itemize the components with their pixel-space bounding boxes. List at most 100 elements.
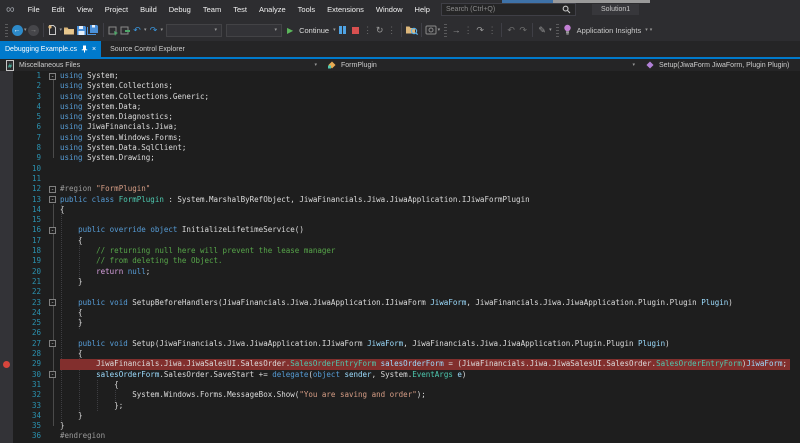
code-line-28[interactable]: 28 { <box>0 349 800 359</box>
toolbar-combobox-1[interactable]: ▾ <box>166 24 222 37</box>
navigate-backward-button[interactable]: ← <box>11 22 23 38</box>
menu-item-build[interactable]: Build <box>134 0 163 19</box>
menu-item-tools[interactable]: Tools <box>292 0 322 19</box>
editor-tool-icon-2[interactable] <box>119 22 131 38</box>
step-over-button[interactable]: → <box>450 22 462 38</box>
code-line-24[interactable]: 24 { <box>0 308 800 318</box>
application-insights-dropdown-icon[interactable]: ▾ <box>645 27 648 33</box>
code-line-5[interactable]: 5using System.Diagnostics; <box>0 112 800 122</box>
menu-item-debug[interactable]: Debug <box>163 0 197 19</box>
fold-toggle-icon[interactable]: - <box>49 196 56 203</box>
code-line-16[interactable]: 16- public override object InitializeLif… <box>0 225 800 235</box>
breakpoint-margin[interactable] <box>0 298 13 308</box>
toolbar-grip[interactable] <box>5 24 8 37</box>
breakpoint-margin[interactable] <box>0 153 13 163</box>
breakpoint-margin[interactable] <box>0 174 13 184</box>
menu-item-project[interactable]: Project <box>99 0 134 19</box>
breakpoint-margin[interactable] <box>0 133 13 143</box>
undo-dropdown-icon[interactable]: ▾ <box>144 27 147 33</box>
step-commands-icon[interactable]: ⋮ <box>386 22 398 38</box>
menu-item-help[interactable]: Help <box>409 0 436 19</box>
breakpoint-margin[interactable] <box>0 370 13 380</box>
code-line-35[interactable]: 35} <box>0 421 800 431</box>
fold-toggle-icon[interactable]: - <box>49 227 56 234</box>
fold-toggle-icon[interactable]: - <box>49 299 56 306</box>
breakpoint-dot[interactable] <box>3 361 10 368</box>
menu-item-extensions[interactable]: Extensions <box>321 0 370 19</box>
code-line-13[interactable]: 13-public class FormPlugin : System.Mars… <box>0 195 800 205</box>
save-button[interactable] <box>75 22 87 38</box>
show-next-statement-icon[interactable]: ⋮ <box>362 22 374 38</box>
new-file-dropdown-icon[interactable]: ▾ <box>60 27 63 33</box>
search-box[interactable]: Search (Ctrl+Q) <box>441 3 576 16</box>
save-all-button[interactable] <box>87 22 100 38</box>
undo-button[interactable]: ↶ <box>131 22 143 38</box>
breakpoint-margin[interactable] <box>0 71 13 81</box>
code-line-1[interactable]: 1-using System; <box>0 71 800 81</box>
navigate-forward-button[interactable]: → <box>28 22 40 38</box>
breakpoint-margin[interactable] <box>0 267 13 277</box>
breakpoint-margin[interactable] <box>0 236 13 246</box>
member-dropdown[interactable]: Setup(JiwaForm JiwaForm, Plugin Plugin) <box>640 59 800 71</box>
breakpoint-margin[interactable] <box>0 411 13 421</box>
code-line-8[interactable]: 8using System.Data.SqlClient; <box>0 143 800 153</box>
toolbar-combobox-2[interactable]: ▾ <box>226 24 282 37</box>
fold-toggle-icon[interactable]: - <box>49 73 56 80</box>
code-line-27[interactable]: 27- public void Setup(JiwaFinancials.Jiw… <box>0 339 800 349</box>
menu-item-team[interactable]: Team <box>197 0 227 19</box>
code-line-17[interactable]: 17 { <box>0 236 800 246</box>
code-line-6[interactable]: 6using JiwaFinancials.Jiwa; <box>0 122 800 132</box>
fold-toggle-icon[interactable]: - <box>49 371 56 378</box>
type-dropdown-icon[interactable]: ▾ <box>632 62 635 68</box>
breakpoint-margin[interactable] <box>0 102 13 112</box>
code-line-31[interactable]: 31 { <box>0 380 800 390</box>
code-line-3[interactable]: 3using System.Collections.Generic; <box>0 92 800 102</box>
breakpoint-margin[interactable] <box>0 215 13 225</box>
code-line-22[interactable]: 22 <box>0 287 800 297</box>
step-into-icon[interactable]: ⋮ <box>462 22 474 38</box>
code-line-4[interactable]: 4using System.Data; <box>0 102 800 112</box>
code-line-25[interactable]: 25 } <box>0 318 800 328</box>
breakpoint-margin[interactable] <box>0 246 13 256</box>
redo-dropdown-icon[interactable]: ▾ <box>161 27 164 33</box>
pen-dropdown-icon[interactable]: ▾ <box>549 27 552 33</box>
code-line-18[interactable]: 18 // returning null here will prevent t… <box>0 246 800 256</box>
solution-badge[interactable]: Solution1 <box>592 4 639 15</box>
code-line-14[interactable]: 14{ <box>0 205 800 215</box>
menu-item-edit[interactable]: Edit <box>46 0 71 19</box>
step-more-icon[interactable]: ⋮ <box>486 22 498 38</box>
breakpoint-margin[interactable] <box>0 256 13 266</box>
fold-toggle-icon[interactable]: - <box>49 340 56 347</box>
project-dropdown-icon[interactable]: ▾ <box>314 62 317 68</box>
menu-item-view[interactable]: View <box>71 0 99 19</box>
redo-button[interactable]: ↷ <box>148 22 160 38</box>
menu-item-file[interactable]: File <box>22 0 46 19</box>
editor-tool-icon-1[interactable] <box>107 22 119 38</box>
breakpoint-margin[interactable] <box>0 401 13 411</box>
type-dropdown[interactable]: FormPlugin ▾ <box>322 59 640 71</box>
step-out-button[interactable]: ↷ <box>474 22 486 38</box>
breakpoint-margin[interactable] <box>0 81 13 91</box>
breakpoint-margin[interactable] <box>0 195 13 205</box>
project-dropdown[interactable]: # Miscellaneous Files ▾ <box>0 59 322 71</box>
code-line-34[interactable]: 34 } <box>0 411 800 421</box>
close-icon[interactable]: × <box>92 46 96 53</box>
breakpoint-margin[interactable] <box>0 205 13 215</box>
menu-item-window[interactable]: Window <box>370 0 409 19</box>
pause-button[interactable] <box>337 22 349 38</box>
breakpoint-margin[interactable] <box>0 143 13 153</box>
code-line-7[interactable]: 7using System.Windows.Forms; <box>0 133 800 143</box>
continue-play-icon[interactable]: ▶ <box>284 22 296 38</box>
breakpoint-margin[interactable] <box>0 287 13 297</box>
breakpoint-margin[interactable] <box>0 421 13 431</box>
code-line-21[interactable]: 21 } <box>0 277 800 287</box>
application-insights-button[interactable]: Application Insights <box>577 26 642 35</box>
snapshot-button[interactable] <box>425 22 437 38</box>
menu-item-test[interactable]: Test <box>227 0 253 19</box>
code-line-20[interactable]: 20 return null; <box>0 267 800 277</box>
code-line-15[interactable]: 15 <box>0 215 800 225</box>
code-line-12[interactable]: 12-#region "FormPlugin" <box>0 184 800 194</box>
breakpoint-margin[interactable] <box>0 277 13 287</box>
continue-button[interactable]: Continue <box>299 26 329 35</box>
breakpoint-margin[interactable] <box>0 431 13 441</box>
